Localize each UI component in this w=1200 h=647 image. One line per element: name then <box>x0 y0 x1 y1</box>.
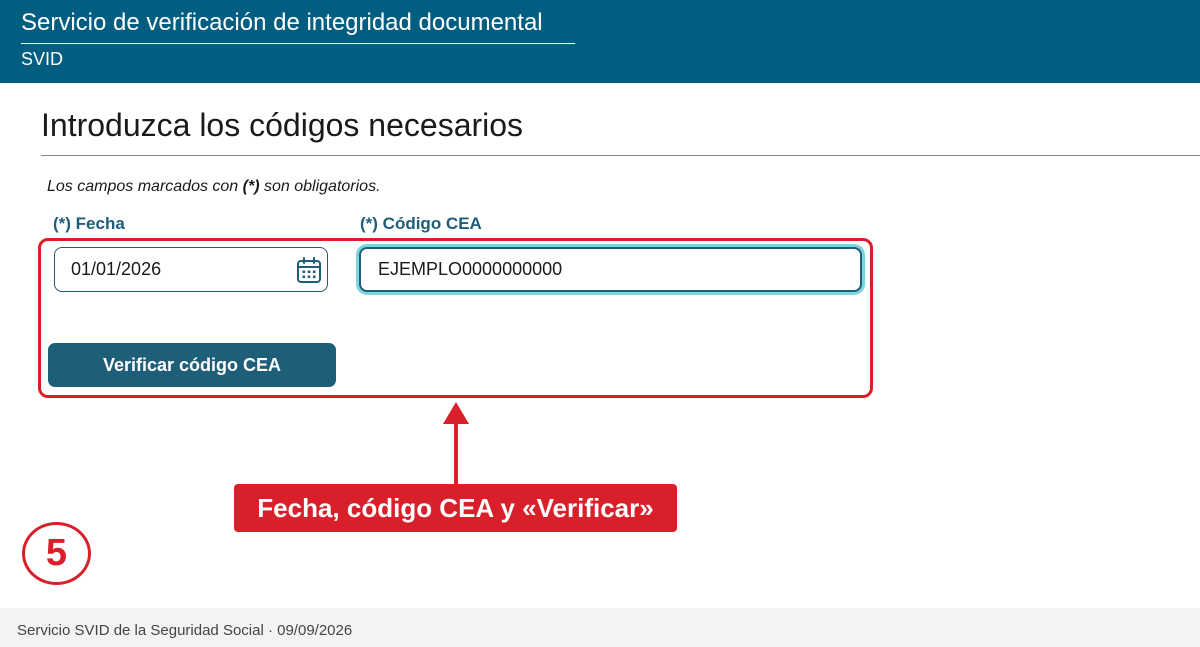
app-subtitle: SVID <box>21 49 64 69</box>
verify-cea-button[interactable]: Verificar código CEA <box>48 343 336 387</box>
calendar-icon[interactable] <box>296 256 322 284</box>
cea-code-input[interactable] <box>359 247 862 292</box>
page-title: Introduzca los códigos necesarios <box>41 107 524 143</box>
required-note-prefix: Los campos marcados con <box>47 178 243 195</box>
cea-label: (*) Código CEA <box>360 214 482 233</box>
footer-text: Servicio SVID de la Seguridad Social · 0… <box>17 622 353 639</box>
page-footer: Servicio SVID de la Seguridad Social · 0… <box>0 608 1200 647</box>
app-title: Servicio de verificación de integridad d… <box>21 9 575 44</box>
required-fields-note: Los campos marcados con (*) son obligato… <box>47 177 381 197</box>
fecha-label: (*) Fecha <box>53 214 125 233</box>
required-note-suffix: son obligatorios. <box>259 178 381 195</box>
title-divider <box>41 155 1200 156</box>
app-header: Servicio de verificación de integridad d… <box>0 0 1200 83</box>
fecha-input[interactable] <box>54 247 328 292</box>
arrow-up-icon <box>443 402 469 488</box>
required-note-marker: (*) <box>242 178 260 195</box>
step-number-badge: 5 <box>22 522 91 585</box>
annotation-callout: Fecha, código CEA y «Verificar» <box>234 484 677 532</box>
